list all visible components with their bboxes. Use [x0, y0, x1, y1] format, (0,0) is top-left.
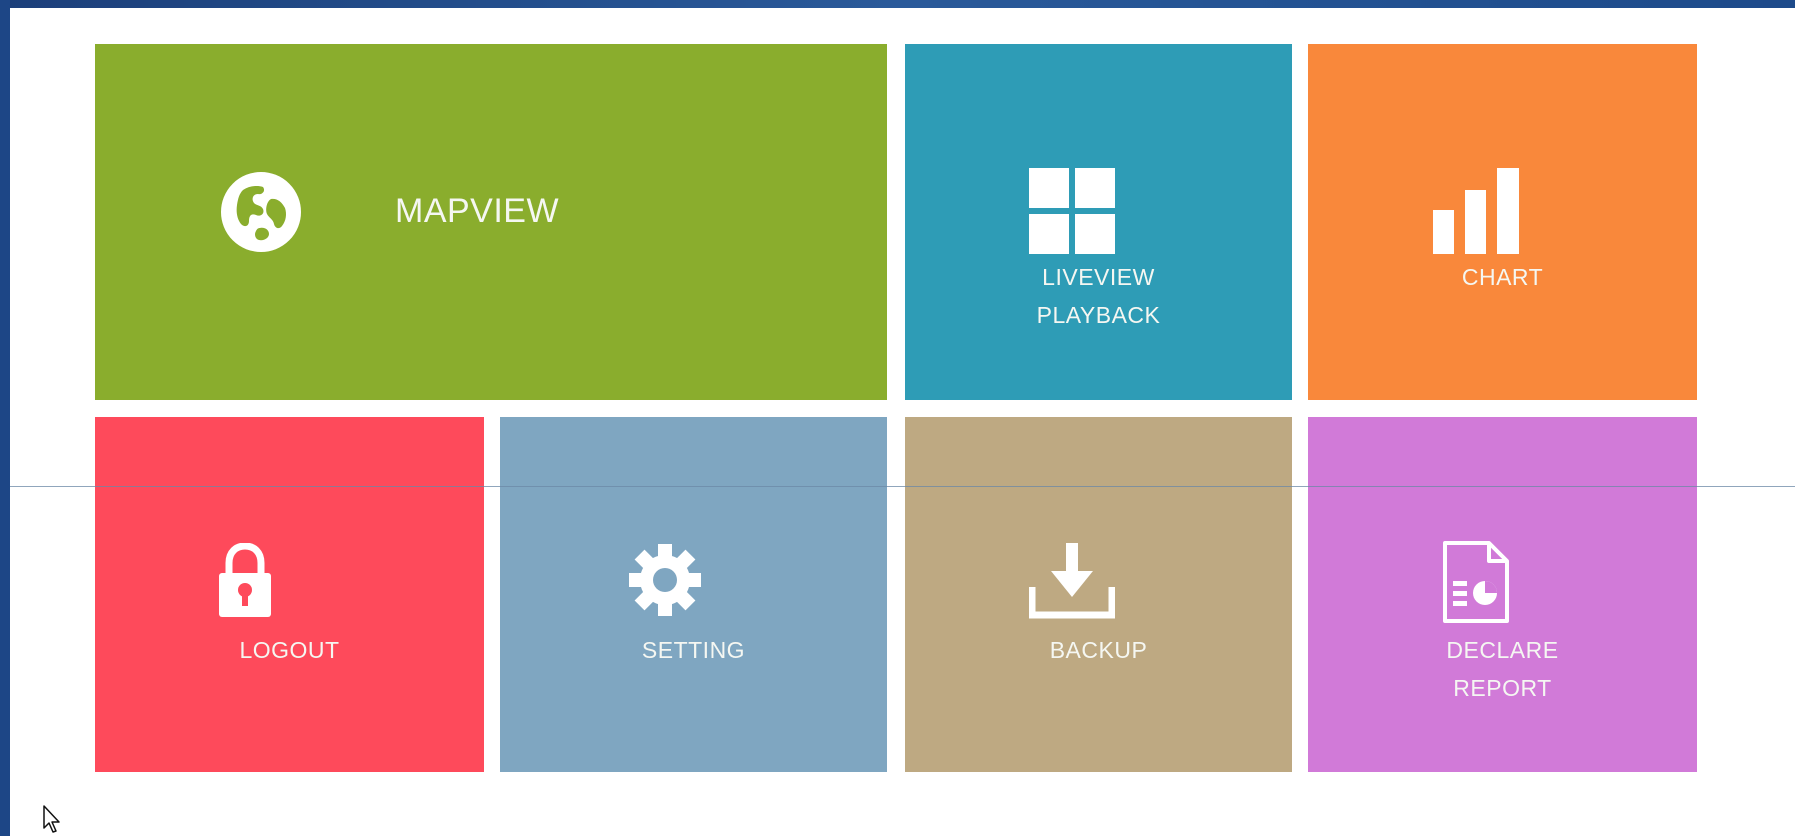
tile-liveview-playback[interactable]: LIVEVIEW PLAYBACK: [905, 44, 1292, 400]
tile-liveview-label-line2: PLAYBACK: [1036, 302, 1161, 328]
tile-backup-label: BACKUP: [1049, 637, 1148, 663]
tile-mapview[interactable]: MAPVIEW: [95, 44, 887, 400]
bar-chart-icon: [1433, 168, 1519, 254]
gear-icon: [629, 544, 701, 616]
lock-icon: [219, 543, 271, 617]
tile-liveview-label-line1: LIVEVIEW: [1042, 264, 1155, 290]
mouse-pointer-icon: [43, 805, 60, 833]
tile-logout-label: LOGOUT: [239, 637, 340, 663]
tile-mapview-label: MAPVIEW: [395, 192, 560, 230]
window-frame-left: [0, 0, 10, 836]
tile-chart-label: CHART: [1461, 264, 1544, 290]
tile-backup[interactable]: BACKUP: [905, 417, 1292, 772]
tile-setting-label: SETTING: [641, 637, 746, 663]
download-icon: [1029, 543, 1115, 619]
tile-declare-label-line2: REPORT: [1453, 675, 1552, 701]
tile-setting[interactable]: SETTING: [500, 417, 887, 772]
tile-declare-report[interactable]: DECLARE REPORT: [1308, 417, 1697, 772]
tile-logout[interactable]: LOGOUT: [95, 417, 484, 772]
horizontal-guide-line: [10, 486, 1795, 487]
report-document-icon: [1443, 541, 1509, 623]
grid-icon: [1029, 168, 1115, 254]
tile-declare-label-line1: DECLARE: [1446, 637, 1559, 663]
window-frame-top: [0, 0, 1795, 8]
globe-icon: [221, 172, 301, 252]
tile-chart[interactable]: CHART: [1308, 44, 1697, 400]
